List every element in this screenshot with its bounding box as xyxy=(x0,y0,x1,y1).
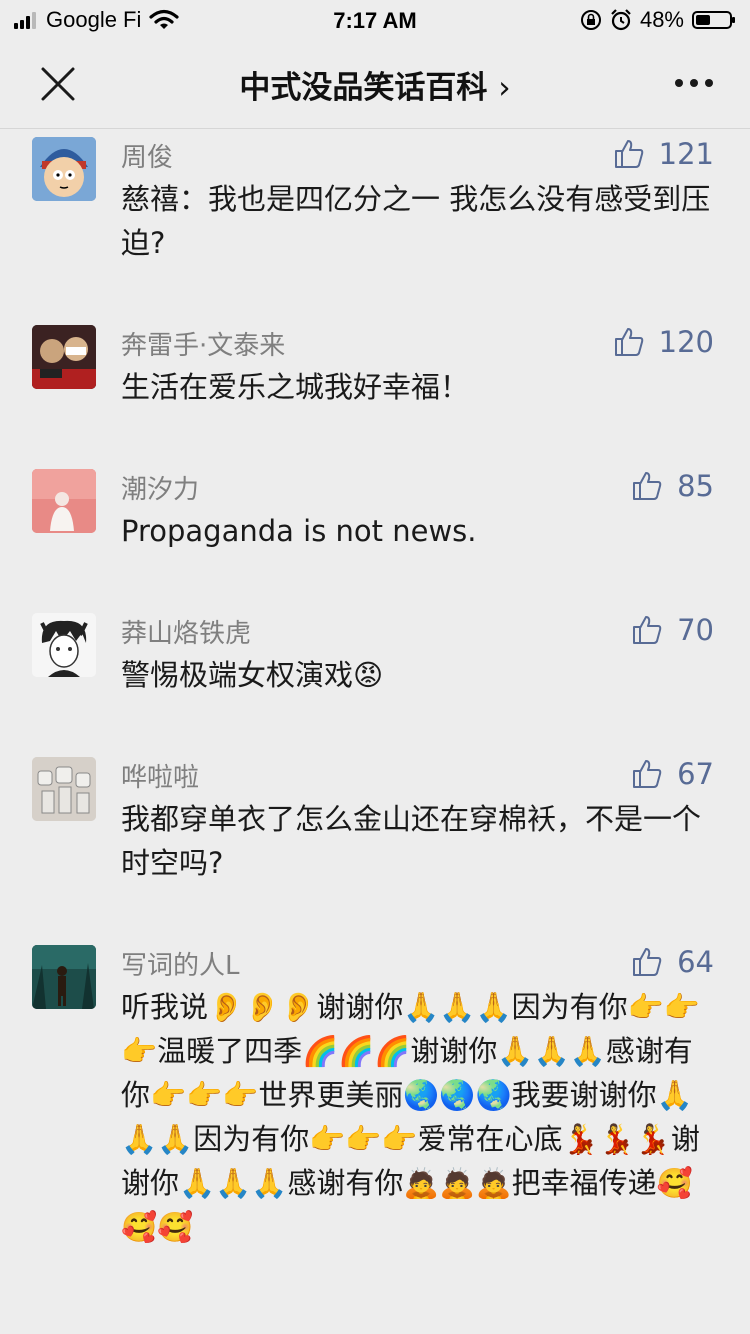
comment-author[interactable]: 周俊 xyxy=(121,137,173,174)
comment-text: Propaganda is not news. xyxy=(121,514,477,548)
thumbs-up-icon xyxy=(633,616,662,644)
avatar[interactable] xyxy=(32,325,96,389)
avatar[interactable] xyxy=(32,945,96,1009)
like-button[interactable]: 85 xyxy=(631,469,714,503)
alarm-icon xyxy=(611,9,631,31)
thumbs-up-icon xyxy=(633,948,662,976)
comment-text: 生活在爱乐之城我好幸福！ xyxy=(121,370,470,404)
thumbs-up-icon xyxy=(633,472,662,500)
like-count: 121 xyxy=(658,137,714,171)
avatar[interactable] xyxy=(32,137,96,201)
page-title: 中式没品笑话百科 xyxy=(239,70,488,106)
like-count: 64 xyxy=(677,945,714,979)
comment-author[interactable]: 哗啦啦 xyxy=(121,757,199,794)
comment-author[interactable]: 潮汐力 xyxy=(121,469,199,506)
like-count: 85 xyxy=(677,469,714,503)
thumbs-up-icon xyxy=(614,140,643,168)
avatar[interactable] xyxy=(32,613,96,677)
like-count: 70 xyxy=(677,613,714,647)
like-button[interactable]: 120 xyxy=(613,325,714,359)
comment-text: 警惕极端女权演戏😡 xyxy=(121,658,384,692)
battery-icon xyxy=(692,11,735,29)
chevron-right-icon: › xyxy=(498,70,511,106)
nav-title[interactable]: 中式没品笑话百科 › xyxy=(0,62,750,107)
like-button[interactable]: 64 xyxy=(631,945,714,979)
like-count: 67 xyxy=(677,757,714,791)
comment-text: 我都穿单衣了怎么金山还在穿棉袄，不是一个时空吗? xyxy=(121,802,702,880)
nav-bar: 中式没品笑话百科 › xyxy=(0,40,750,129)
more-button[interactable] xyxy=(672,68,716,98)
rotation-lock-icon xyxy=(580,10,601,30)
thumbs-up-icon xyxy=(614,328,643,356)
avatar[interactable] xyxy=(32,757,96,821)
status-bar: Google Fi 7:17 AM 48% xyxy=(0,0,750,40)
status-right: 48% xyxy=(580,7,735,33)
comment-text: 听我说👂👂👂谢谢你🙏🙏🙏因为有你👉👉👉温暖了四季🌈🌈🌈谢谢你🙏🙏🙏感谢有你👉👉👉… xyxy=(121,990,700,1244)
more-icon xyxy=(675,79,713,87)
comment-author[interactable]: 莽山烙铁虎 xyxy=(121,613,251,650)
like-button[interactable]: 121 xyxy=(613,137,714,171)
battery-percent: 48% xyxy=(639,7,684,32)
avatar[interactable] xyxy=(32,469,96,533)
like-button[interactable]: 67 xyxy=(631,757,714,791)
comment-author[interactable]: 奔雷手·文泰来 xyxy=(121,325,285,362)
thumbs-up-icon xyxy=(633,760,662,788)
comment-text: 慈禧：我也是四亿分之一 我怎么没有感受到压迫? xyxy=(121,182,711,260)
comment-author[interactable]: 写词的人L xyxy=(121,945,240,982)
like-count: 120 xyxy=(658,325,714,359)
like-button[interactable]: 70 xyxy=(631,613,714,647)
